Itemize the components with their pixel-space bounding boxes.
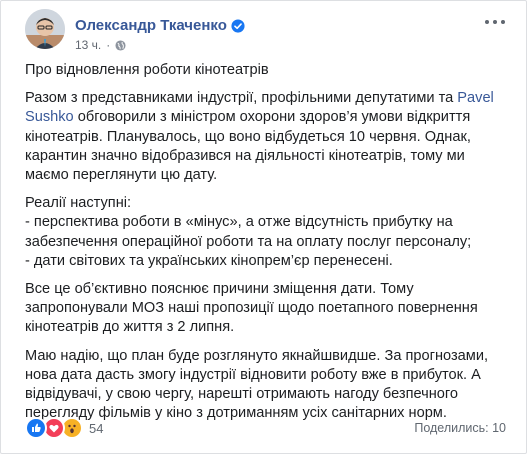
post-paragraph: Разом з представниками індустрії, профіл… [25, 89, 509, 185]
post-paragraph: Реалії наступні: - перспектива роботи в … [25, 194, 509, 271]
author-name[interactable]: Олександр Ткаченко [75, 17, 227, 35]
verified-badge-icon [231, 19, 245, 33]
paragraph-text: Разом з представниками індустрії, профіл… [25, 90, 458, 107]
post-paragraph: Все це об’єктивно пояснює причини зміщен… [25, 281, 478, 336]
post-body: Про відновлення роботи кінотеатрів Разом… [25, 61, 509, 432]
paragraph-line: Реалії наступні: [25, 195, 132, 212]
more-dot [485, 20, 489, 24]
paragraph-text: обговорили з міністром охорони здоров’я … [25, 109, 471, 184]
reactions-summary[interactable]: 54 [25, 417, 103, 439]
more-dot [493, 20, 497, 24]
like-icon [25, 417, 47, 439]
post-paragraph: Маю надію, що план буде розглянуто якнай… [25, 347, 489, 422]
author-row: Олександр Ткаченко [75, 17, 245, 35]
reactions-count: 54 [89, 420, 104, 436]
post-card: Олександр Ткаченко 13 ч. · Про відновлен… [0, 0, 527, 454]
meta-separator: · [106, 38, 111, 52]
more-options-icon[interactable] [485, 15, 505, 29]
shares-count[interactable]: Поделились: 10 [414, 421, 506, 435]
more-dot [501, 20, 505, 24]
paragraph-line: - дати світових та українських кінопрем’… [25, 252, 393, 269]
post-timestamp[interactable]: 13 ч. [75, 38, 101, 52]
post-header: Олександр Ткаченко 13 ч. · [25, 9, 505, 57]
post-footer: 54 Поделились: 10 [25, 414, 506, 442]
post-paragraph: Про відновлення роботи кінотеатрів [25, 62, 269, 78]
post-meta: 13 ч. · [75, 38, 126, 52]
globe-icon[interactable] [115, 39, 126, 51]
author-avatar[interactable] [25, 9, 65, 49]
paragraph-line: - перспектива роботи в «мінус», а отже в… [25, 214, 472, 250]
